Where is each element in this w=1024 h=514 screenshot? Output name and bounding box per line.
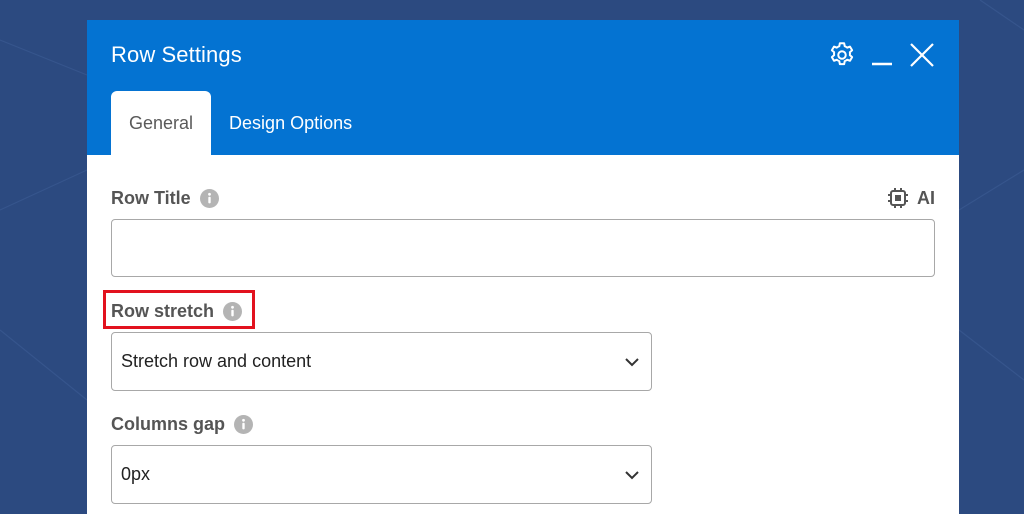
row-title-label-text: Row Title <box>111 187 191 208</box>
columns-gap-select[interactable]: 0px <box>111 445 652 504</box>
close-button[interactable] <box>907 40 937 70</box>
settings-button[interactable] <box>827 40 857 70</box>
row-stretch-select[interactable]: Stretch row and content <box>111 332 652 391</box>
minimize-button[interactable] <box>867 40 897 70</box>
tab-design-options[interactable]: Design Options <box>211 91 370 155</box>
tab-general[interactable]: General <box>111 91 212 155</box>
dialog-body: Row Title AI Row stretch Stretch row and… <box>87 187 959 504</box>
row-title-input[interactable] <box>111 219 935 277</box>
info-icon[interactable] <box>234 415 254 434</box>
ai-button-label: AI <box>917 187 935 208</box>
row-stretch-selected-value: Stretch row and content <box>121 351 312 371</box>
columns-gap-label-text: Columns gap <box>111 414 226 434</box>
row-title-label: Row Title <box>111 188 219 209</box>
info-icon[interactable] <box>199 188 219 208</box>
chevron-down-icon <box>625 470 639 479</box>
chevron-down-icon <box>625 357 639 366</box>
ai-button[interactable]: AI <box>887 187 935 209</box>
row-settings-dialog: Row Settings General Design Options Row … <box>87 20 959 514</box>
dialog-title: Row Settings <box>111 42 242 67</box>
columns-gap-selected-value: 0px <box>121 464 151 484</box>
row-stretch-highlight <box>103 290 255 329</box>
dialog-header: Row Settings General Design Options <box>87 20 959 155</box>
header-controls <box>827 40 937 70</box>
columns-gap-label: Columns gap <box>111 414 254 435</box>
columns-gap-label-row: Columns gap <box>111 414 935 435</box>
chip-icon <box>888 188 908 208</box>
gear-icon <box>830 42 854 66</box>
row-title-label-row: Row Title AI <box>111 187 935 209</box>
close-icon <box>910 43 934 67</box>
minimize-icon <box>872 62 892 66</box>
tab-bar: General Design Options <box>111 91 370 155</box>
